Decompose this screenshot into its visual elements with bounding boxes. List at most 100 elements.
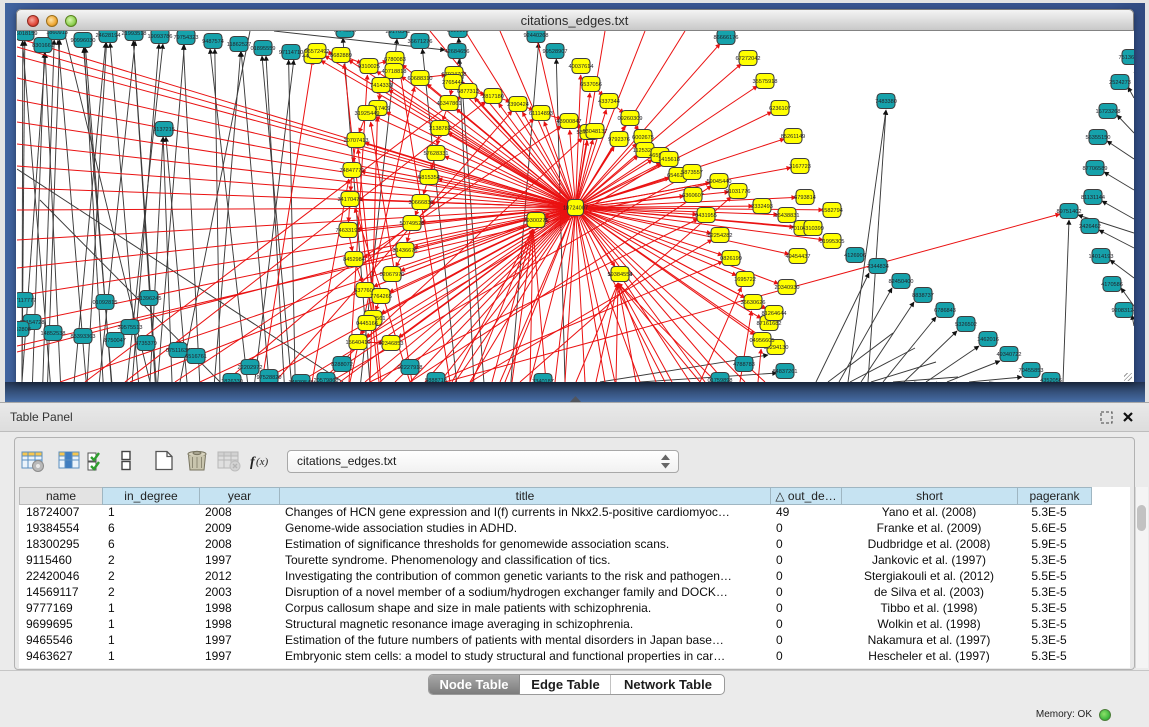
svg-text:61114893: 61114893 [529, 111, 553, 117]
svg-text:2344834: 2344834 [867, 264, 889, 270]
svg-text:74847771: 74847771 [340, 168, 365, 174]
svg-text:92083124: 92083124 [1112, 308, 1134, 314]
svg-text:96572492: 96572492 [305, 49, 330, 55]
svg-text:50749528: 50749528 [400, 221, 425, 227]
svg-text:49454437: 49454437 [786, 254, 811, 260]
svg-text:19384554: 19384554 [608, 272, 633, 278]
svg-text:4126906: 4126906 [844, 253, 866, 259]
svg-text:3167723: 3167723 [789, 164, 811, 170]
svg-text:1826330: 1826330 [221, 379, 243, 382]
svg-text:6516761: 6516761 [185, 354, 207, 360]
svg-text:82450400: 82450400 [889, 279, 914, 285]
svg-text:20707413: 20707413 [344, 138, 369, 144]
svg-text:7483380: 7483380 [875, 99, 897, 105]
svg-text:26018159: 26018159 [17, 31, 37, 37]
svg-text:20579868: 20579868 [314, 378, 339, 382]
svg-text:81264644: 81264644 [762, 311, 787, 317]
svg-text:40718818: 40718818 [382, 69, 407, 75]
svg-text:6537056: 6537056 [580, 82, 602, 88]
svg-text:46347861: 46347861 [437, 101, 462, 107]
svg-text:60688310: 60688310 [408, 76, 433, 82]
svg-text:97114710: 97114710 [279, 50, 303, 56]
svg-text:24628194: 24628194 [96, 33, 121, 39]
svg-text:75136134: 75136134 [1119, 55, 1134, 61]
svg-text:8288072: 8288072 [331, 362, 353, 368]
svg-text:19093786: 19093786 [148, 34, 173, 40]
svg-text:2138783: 2138783 [429, 126, 451, 132]
svg-text:0431955: 0431955 [695, 213, 717, 219]
svg-text:2332493: 2332493 [751, 204, 773, 210]
svg-text:6360607: 6360607 [682, 193, 704, 199]
svg-text:29170342: 29170342 [386, 31, 411, 35]
svg-text:5888718: 5888718 [425, 378, 447, 382]
svg-text:01895559: 01895559 [251, 46, 276, 52]
svg-text:6793814: 6793814 [794, 195, 816, 201]
svg-text:6780083: 6780083 [384, 57, 406, 63]
svg-text:02227918: 02227918 [398, 365, 423, 371]
svg-text:81131144: 81131144 [1081, 195, 1105, 201]
svg-text:3735379: 3735379 [135, 341, 157, 347]
svg-text:22202972: 22202972 [238, 365, 263, 371]
svg-text:97528820: 97528820 [257, 375, 282, 381]
svg-text:4788783: 4788783 [733, 362, 755, 368]
svg-text:8682889: 8682889 [330, 53, 352, 59]
svg-text:20340930: 20340930 [775, 285, 800, 291]
svg-text:01092815: 01092815 [93, 300, 118, 306]
svg-text:36671276: 36671276 [408, 39, 433, 45]
svg-text:0826199: 0826199 [720, 256, 742, 262]
svg-text:70455853: 70455853 [1019, 368, 1044, 374]
svg-text:01995305: 01995305 [820, 239, 845, 245]
svg-text:86666176: 86666176 [714, 35, 739, 41]
svg-text:4170586: 4170586 [1101, 282, 1123, 288]
svg-text:18724007: 18724007 [563, 206, 588, 212]
svg-text:4352056: 4352056 [1040, 378, 1062, 382]
svg-text:21993518: 21993518 [122, 31, 147, 37]
svg-text:34170471: 34170471 [338, 197, 363, 203]
svg-text:09260309: 09260309 [618, 116, 643, 122]
svg-text:2817180: 2817180 [482, 94, 504, 100]
svg-text:63048137: 63048137 [583, 129, 608, 135]
svg-text:9792376: 9792376 [608, 137, 630, 143]
svg-text:99528907: 99528907 [543, 49, 568, 55]
svg-text:14014193: 14014193 [1089, 254, 1114, 260]
svg-text:8452984: 8452984 [343, 257, 365, 263]
svg-text:(x): (x) [256, 456, 269, 468]
svg-text:91031776: 91031776 [726, 189, 751, 195]
svg-text:5815354: 5815354 [418, 175, 440, 181]
svg-text:16438831: 16438831 [775, 213, 800, 219]
svg-text:85393363: 85393363 [71, 334, 96, 340]
svg-text:57628331: 57628331 [424, 151, 449, 157]
svg-text:29300275: 29300275 [524, 218, 549, 224]
svg-text:34839548: 34839548 [289, 380, 314, 382]
svg-text:2122330: 2122330 [447, 31, 469, 34]
svg-text:1860913: 1860913 [46, 31, 68, 36]
svg-text:8838737: 8838737 [912, 293, 934, 299]
svg-text:6877313: 6877313 [457, 89, 479, 95]
svg-text:92440268: 92440268 [524, 33, 549, 39]
svg-text:2390424: 2390424 [507, 102, 529, 108]
svg-text:5326502: 5326502 [955, 322, 977, 328]
svg-text:84837261: 84837261 [773, 369, 798, 375]
svg-text:8301661: 8301661 [32, 43, 54, 49]
svg-text:36630626: 36630626 [741, 300, 766, 306]
svg-text:40037614: 40037614 [569, 64, 594, 70]
svg-text:82254282: 82254282 [708, 233, 733, 239]
svg-text:49746507: 49746507 [333, 31, 358, 34]
svg-text:39575513: 39575513 [118, 325, 143, 331]
svg-text:8750047: 8750047 [104, 338, 126, 344]
svg-text:56355150: 56355150 [1086, 135, 1111, 141]
svg-text:79754323: 79754323 [174, 35, 199, 41]
svg-text:15640410: 15640410 [346, 340, 371, 346]
svg-text:87706589: 87706589 [1083, 166, 1108, 172]
svg-text:01759898: 01759898 [708, 378, 733, 382]
svg-text:67272042: 67272042 [736, 56, 761, 62]
svg-text:3137215: 3137215 [153, 127, 175, 133]
svg-text:3852808: 3852808 [17, 327, 31, 333]
svg-text:30666836: 30666836 [409, 200, 434, 206]
svg-text:42346853: 42346853 [379, 341, 404, 347]
svg-text:6002675: 6002675 [632, 135, 654, 141]
svg-text:74633191: 74633191 [336, 228, 361, 234]
svg-text:7414333: 7414333 [370, 83, 392, 89]
svg-text:90996030: 90996030 [71, 38, 96, 44]
svg-text:31925449: 31925449 [355, 111, 380, 117]
